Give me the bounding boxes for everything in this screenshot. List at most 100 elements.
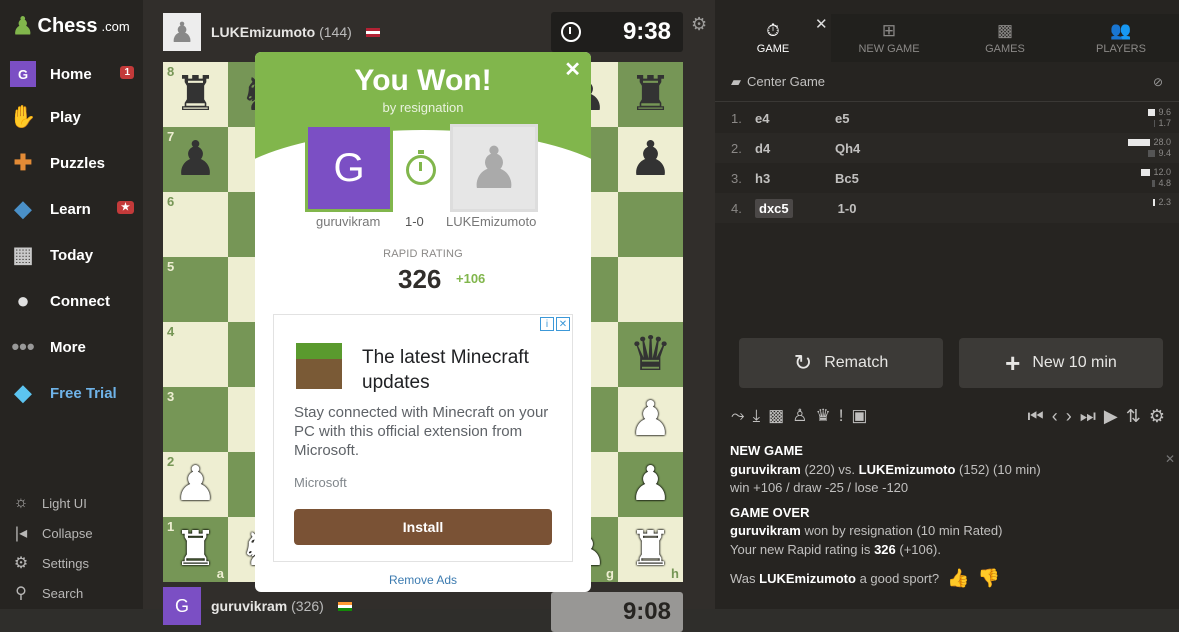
board-icon: ▩ — [996, 21, 1014, 40]
winner-avatar[interactable]: G — [305, 124, 393, 212]
board-square[interactable]: 2 ♟ — [163, 452, 228, 517]
rank-label: 2 — [167, 454, 175, 469]
black-move[interactable]: 1-0 — [838, 201, 857, 216]
new-game-button[interactable]: + New 10 min — [959, 338, 1163, 388]
rematch-button[interactable]: ↻ Rematch — [739, 338, 943, 388]
white-move[interactable]: e4 — [755, 111, 835, 126]
board-square[interactable]: ♛ — [618, 322, 683, 387]
top-player-bar: ♟ LUKEmizumoto (144) — [163, 10, 380, 54]
tab-game[interactable]: ⏱ GAME — [715, 14, 831, 62]
board-settings-gear-icon[interactable]: ⚙ — [691, 14, 707, 35]
white-pawn-piece[interactable]: ♟ — [629, 395, 672, 444]
white-move[interactable]: h3 — [755, 171, 835, 186]
board-square[interactable]: 3 — [163, 387, 228, 452]
board-square[interactable]: ♜ — [618, 62, 683, 127]
sidebar-item-puzzles[interactable]: ✚ Puzzles — [8, 143, 138, 183]
install-button[interactable]: Install — [294, 509, 552, 545]
tab-games[interactable]: ▩ GAMES — [947, 14, 1063, 62]
black-rook-piece[interactable]: ♜ — [174, 70, 217, 119]
board-square[interactable]: h ♜ — [618, 517, 683, 582]
white-pawn-piece[interactable]: ♟ — [174, 460, 217, 509]
prev-move-icon[interactable]: ‹ — [1052, 406, 1058, 427]
dismiss-icon[interactable]: ✕ — [1165, 452, 1175, 466]
log-player-1[interactable]: guruvikram — [730, 462, 801, 477]
bottom-player-name[interactable]: guruvikram (326) — [211, 598, 324, 614]
report-icon[interactable]: ! — [839, 406, 844, 426]
board-square[interactable]: ♟ — [618, 452, 683, 517]
black-move[interactable]: Bc5 — [835, 171, 859, 186]
share-icon[interactable]: ⤳ — [731, 406, 745, 426]
white-rook-piece[interactable]: ♜ — [174, 525, 217, 574]
white-pawn-piece[interactable]: ♟ — [629, 460, 672, 509]
time-bar — [1154, 120, 1156, 128]
info-icon[interactable]: i — [540, 317, 554, 331]
autoplay-icon[interactable]: ▶ — [1104, 406, 1118, 427]
add-friend-icon[interactable]: ♙ — [792, 406, 807, 426]
close-icon[interactable]: ✕ — [815, 15, 828, 33]
board-square[interactable]: ♟ — [618, 387, 683, 452]
collapse-button[interactable]: |◂ Collapse — [10, 519, 93, 547]
ad-title[interactable]: The latest Minecraft updates — [362, 345, 562, 395]
flip-board-icon[interactable]: ⇅ — [1126, 406, 1141, 427]
download-icon[interactable]: ⤓ — [753, 406, 761, 426]
white-move[interactable]: dxc5 — [755, 198, 793, 218]
black-queen-piece[interactable]: ♛ — [629, 330, 672, 379]
first-move-icon[interactable]: ⏮ — [1028, 406, 1044, 427]
avatar[interactable]: ♟ — [163, 13, 201, 51]
sidebar-item-play[interactable]: ✋ Play — [8, 97, 138, 137]
black-pawn-piece[interactable]: ♟ — [174, 135, 217, 184]
board-square[interactable]: 6 — [163, 192, 228, 257]
move-time: 12.0 4.8 — [1141, 167, 1171, 189]
black-move[interactable]: e5 — [835, 111, 849, 126]
sidebar-item-more[interactable]: ••• More — [8, 327, 138, 367]
sidebar-item-connect[interactable]: ● Connect — [8, 281, 138, 321]
board-square[interactable]: 7 ♟ — [163, 127, 228, 192]
black-move[interactable]: Qh4 — [835, 141, 860, 156]
advertisement[interactable]: i ✕ The latest Minecraft updates Stay con… — [273, 314, 573, 562]
sidebar-item-today[interactable]: ▦ Today — [8, 235, 138, 275]
analysis-board-icon[interactable]: ▩ — [768, 406, 784, 426]
trophy-icon[interactable]: ♛ — [815, 406, 830, 426]
remove-ads-link[interactable]: Remove Ads — [255, 573, 591, 587]
log-player-2[interactable]: LUKEmizumoto — [859, 462, 956, 477]
log-winner[interactable]: guruvikram — [730, 523, 801, 538]
opening-name[interactable]: ▰ Center Game ⊘ — [715, 62, 1179, 102]
sport-player[interactable]: LUKEmizumoto — [759, 571, 856, 586]
search-link[interactable]: ⚲ Search — [10, 579, 83, 607]
thumbs-up-icon[interactable]: 👍 — [947, 568, 969, 589]
avatar[interactable]: G — [163, 587, 201, 625]
close-icon[interactable]: ✕ — [564, 57, 581, 82]
sidebar-item-learn[interactable]: ◆ Learn ★ — [8, 189, 138, 229]
board-square[interactable]: ♟ — [618, 127, 683, 192]
black-pawn-piece[interactable]: ♟ — [629, 135, 672, 184]
close-icon[interactable]: ✕ — [556, 317, 570, 331]
gear-icon[interactable]: ⚙ — [1149, 406, 1165, 427]
ad-choices[interactable]: i ✕ — [540, 317, 570, 331]
board-square[interactable]: 1 a ♜ — [163, 517, 228, 582]
tab-new-game[interactable]: ⊞ NEW GAME — [831, 14, 947, 62]
top-player-name[interactable]: LUKEmizumoto (144) — [211, 24, 352, 40]
chess-logo[interactable]: ♟ Chess .com — [12, 12, 130, 41]
white-move[interactable]: d4 — [755, 141, 835, 156]
board-square[interactable]: 8 ♜ — [163, 62, 228, 127]
board-square[interactable] — [618, 257, 683, 322]
time-bar — [1141, 169, 1151, 177]
sidebar-item-home[interactable]: G Home 1 — [8, 54, 138, 94]
light-ui-toggle[interactable]: ☼ Light UI — [10, 489, 87, 517]
thumbs-down-icon[interactable]: 👎 — [978, 568, 1000, 589]
sidebar-item-label: Home — [50, 65, 92, 83]
sidebar-item-free-trial[interactable]: ◆ Free Trial — [8, 373, 138, 413]
settings-link[interactable]: ⚙ Settings — [10, 549, 89, 577]
loser-avatar[interactable]: ♟ — [450, 124, 538, 212]
chip-icon[interactable]: ▣ — [851, 406, 867, 426]
compass-icon[interactable]: ⊘ — [1153, 75, 1163, 89]
last-move-icon[interactable]: ⏭ — [1080, 406, 1096, 427]
black-rook-piece[interactable]: ♜ — [629, 70, 672, 119]
board-square[interactable]: 4 — [163, 322, 228, 387]
move-time: 9.6 1.7 — [1148, 107, 1171, 129]
tab-players[interactable]: 👥 PLAYERS — [1063, 14, 1179, 62]
next-move-icon[interactable]: › — [1066, 406, 1072, 427]
board-square[interactable]: 5 — [163, 257, 228, 322]
white-rook-piece[interactable]: ♜ — [629, 525, 672, 574]
board-square[interactable] — [618, 192, 683, 257]
